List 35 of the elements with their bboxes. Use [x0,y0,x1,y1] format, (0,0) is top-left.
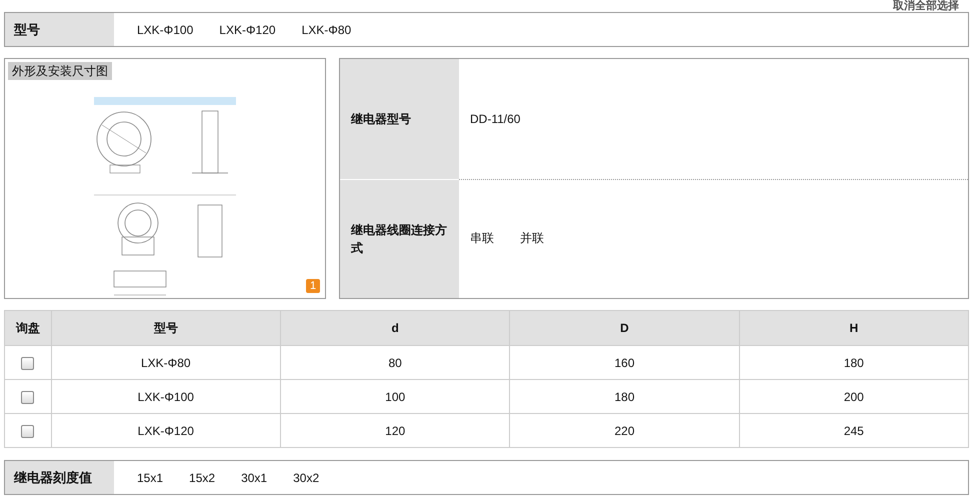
table-cell: 120 [280,414,510,448]
model-option[interactable]: LXK-Φ120 [219,22,276,36]
checkbox[interactable] [21,390,34,404]
checkbox[interactable] [21,356,34,370]
scale-option[interactable]: 30x2 [293,470,320,484]
table-cell: LXK-Φ100 [51,380,281,414]
checkbox[interactable] [21,424,34,438]
spec-value: 并联 [520,230,544,248]
spec-label: 继电器型号 [340,59,459,178]
spec-label: 继电器线圈连接方式 [340,178,459,298]
table-cell: 80 [280,346,510,380]
table-cell: 200 [739,380,968,414]
table-cell: 220 [510,414,740,448]
row-label: 继电器刻度值 [5,461,114,494]
table-cell: LXK-Φ80 [51,346,281,380]
column-header: d [280,310,510,346]
column-header: 型号 [51,310,281,346]
table-cell: LXK-Φ120 [51,414,281,448]
spec-value: DD-11/60 [470,112,520,126]
spec-value: 串联 [470,230,494,248]
scale-option[interactable]: 15x2 [189,470,216,484]
table-cell: 100 [280,380,510,414]
table-cell: 245 [739,414,968,448]
row-label: 型号 [5,13,114,46]
column-header: H [739,310,968,346]
table-cell: 180 [739,346,968,380]
column-header: D [510,310,740,346]
panel-title: 外形及安装尺寸图 [8,62,112,80]
scale-option[interactable]: 30x1 [241,470,268,484]
scale-option[interactable]: 15x1 [137,470,164,484]
table-cell: 180 [510,380,740,414]
model-option[interactable]: LXK-Φ80 [302,22,352,36]
table-cell: 160 [510,346,740,380]
model-option[interactable]: LXK-Φ100 [137,22,194,36]
column-header: 询盘 [4,310,52,346]
